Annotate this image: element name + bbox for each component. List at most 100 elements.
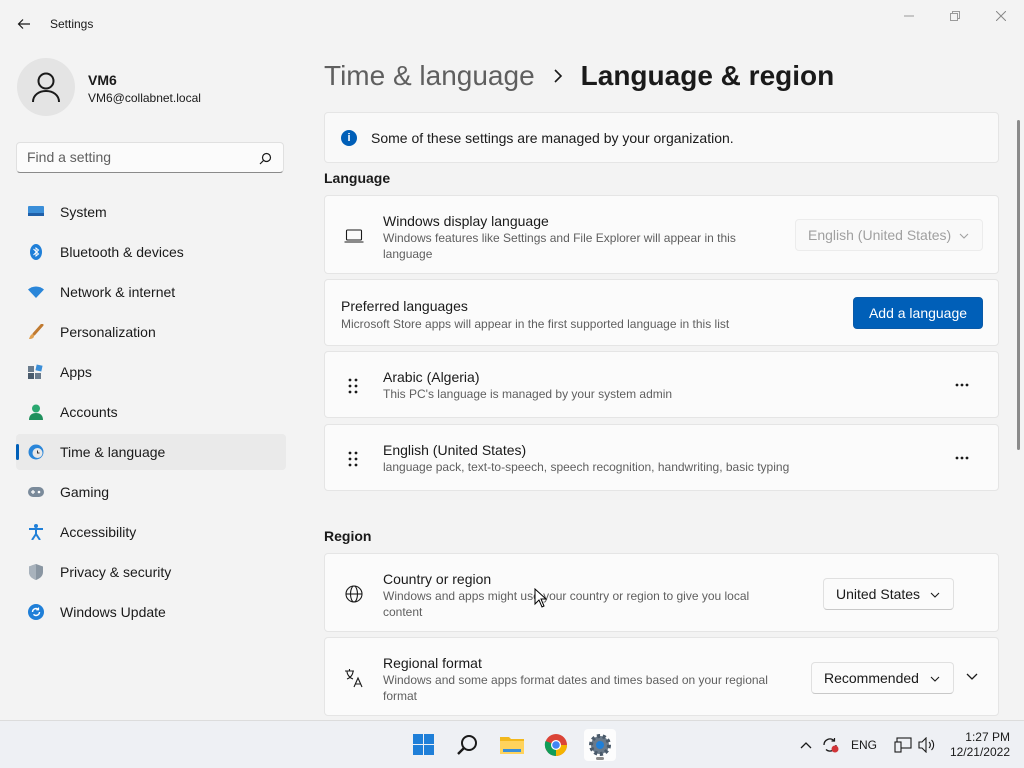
sidebar-item-label: Windows Update [60, 604, 166, 620]
chevron-down-icon [929, 673, 941, 685]
person-icon [32, 72, 60, 103]
chrome-button[interactable] [540, 729, 572, 761]
add-language-button[interactable]: Add a language [853, 297, 983, 329]
card-title: Windows display language [383, 213, 549, 229]
breadcrumb-parent[interactable]: Time & language [324, 60, 535, 92]
file-explorer-button[interactable] [496, 729, 528, 761]
laptop-icon [343, 225, 365, 247]
card-description: Windows and some apps format dates and t… [383, 673, 768, 703]
network-tray-button[interactable] [892, 735, 914, 755]
volume-icon [918, 737, 935, 753]
avatar [17, 58, 75, 116]
sync-error-icon [823, 738, 839, 753]
taskbar-search-button[interactable] [452, 729, 484, 761]
page-title: Language & region [580, 60, 835, 91]
scrollbar[interactable] [1017, 120, 1020, 450]
sidebar-item-label: Accounts [60, 404, 118, 420]
search-input[interactable] [27, 149, 247, 165]
user-name: VM6 [88, 72, 117, 88]
sidebar-item-apps[interactable]: Apps [16, 354, 286, 390]
settings-taskbar-button[interactable] [584, 729, 616, 761]
minimize-button[interactable] [886, 0, 932, 32]
section-title-language: Language [324, 170, 391, 186]
clock-time: 1:27 PM [965, 730, 1010, 744]
restore-icon [950, 11, 960, 21]
card-title: Preferred languages [341, 298, 468, 314]
chevron-right-icon [553, 69, 563, 83]
section-title-region: Region [324, 528, 372, 544]
chrome-icon [544, 734, 567, 756]
expand-button[interactable] [960, 665, 984, 689]
sidebar-item-label: Bluetooth & devices [60, 244, 184, 260]
sidebar-item-windows-update[interactable]: Windows Update [16, 594, 286, 630]
country-region-dropdown[interactable]: United States [823, 578, 954, 610]
card-description: Windows features like Settings and File … [383, 231, 736, 261]
dropdown-value: English (United States) [808, 227, 952, 243]
taskbar-clock[interactable]: 1:27 PM 12/21/2022 [950, 730, 1010, 760]
volume-tray-button[interactable] [916, 735, 938, 755]
monitor-icon [28, 204, 44, 220]
regional-format-dropdown[interactable]: Recommended [811, 662, 954, 694]
taskbar: ENG 1:27 PM 12/21/2022 [0, 720, 1024, 768]
more-options-button[interactable] [946, 442, 978, 474]
close-icon [996, 11, 1006, 21]
input-language-indicator[interactable]: ENG [848, 735, 880, 755]
card-description: This PC's language is managed by your sy… [383, 387, 673, 401]
update-icon [28, 604, 44, 620]
user-profile[interactable]: VM6 VM6@collabnet.local [17, 58, 287, 118]
sidebar-item-privacy[interactable]: Privacy & security [16, 554, 286, 590]
chevron-down-icon [929, 589, 941, 601]
minimize-icon [904, 15, 914, 17]
sidebar-item-accessibility[interactable]: Accessibility [16, 514, 286, 550]
accessibility-icon [28, 524, 44, 540]
sidebar-item-label: Gaming [60, 484, 110, 500]
globe-icon [343, 583, 365, 605]
card-description: Windows and apps might use your country … [383, 589, 750, 619]
close-button[interactable] [978, 0, 1024, 32]
drag-handle-icon[interactable] [345, 376, 361, 396]
sidebar-item-label: Network & internet [60, 284, 176, 300]
more-options-button[interactable] [946, 369, 978, 401]
display-language-dropdown[interactable]: English (United States) [795, 219, 983, 251]
display-language-card: Windows display language Windows feature… [324, 195, 999, 274]
apps-icon [28, 364, 44, 380]
back-button[interactable] [12, 12, 36, 36]
dropdown-value: Recommended [824, 670, 919, 686]
managed-info-bar: i Some of these settings are managed by … [324, 112, 999, 163]
paintbrush-icon [28, 324, 44, 340]
sidebar-item-accounts[interactable]: Accounts [16, 394, 286, 430]
sidebar-item-bluetooth[interactable]: Bluetooth & devices [16, 234, 286, 270]
card-title: Arabic (Algeria) [383, 369, 480, 385]
person-icon [28, 404, 44, 420]
sync-tray-button[interactable] [820, 735, 840, 755]
file-explorer-icon [500, 737, 524, 754]
language-format-icon [343, 667, 365, 689]
language-row[interactable]: Arabic (Algeria) This PC's language is m… [324, 351, 999, 418]
start-button[interactable] [408, 729, 440, 761]
clock-date: 12/21/2022 [949, 745, 1010, 759]
sidebar-item-system[interactable]: System [16, 194, 286, 230]
search-icon[interactable] [257, 150, 273, 166]
dropdown-value: United States [836, 586, 921, 602]
sidebar-item-gaming[interactable]: Gaming [16, 474, 286, 510]
bluetooth-icon [28, 244, 44, 260]
shield-icon [28, 564, 44, 580]
clock-globe-icon [28, 444, 44, 460]
maximize-button[interactable] [932, 0, 978, 32]
drag-handle-icon[interactable] [345, 449, 361, 469]
sidebar-item-label: Accessibility [60, 524, 137, 540]
card-title: Regional format [383, 655, 482, 671]
language-row[interactable]: English (United States) language pack, t… [324, 424, 999, 491]
card-description: Microsoft Store apps will appear in the … [341, 317, 730, 331]
sidebar-item-personalization[interactable]: Personalization [16, 314, 286, 350]
settings-icon [589, 734, 611, 756]
mouse-cursor-icon [534, 588, 548, 608]
show-hidden-icons-button[interactable] [798, 735, 814, 755]
sidebar-item-time-language[interactable]: Time & language [16, 434, 286, 470]
info-text: Some of these settings are managed by yo… [371, 130, 734, 146]
search-box[interactable] [16, 142, 284, 173]
sidebar-item-label: Privacy & security [60, 564, 172, 580]
chevron-up-icon [800, 742, 812, 749]
chevron-down-icon [958, 230, 970, 242]
sidebar-item-network[interactable]: Network & internet [16, 274, 286, 310]
